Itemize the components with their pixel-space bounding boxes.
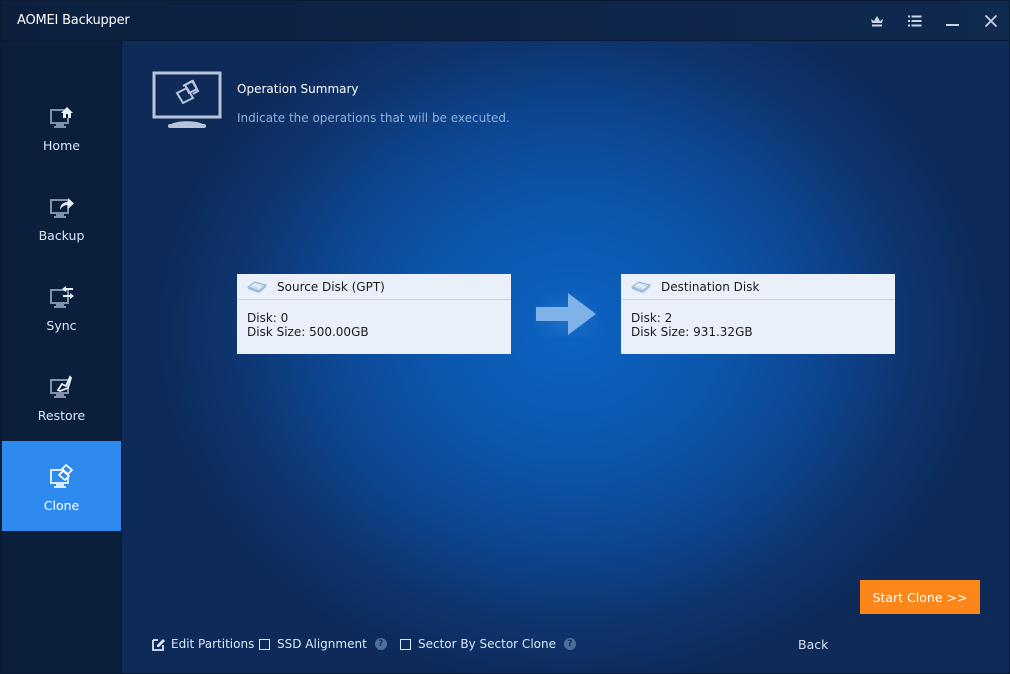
ssd-alignment-checkbox[interactable] xyxy=(259,638,270,650)
back-button[interactable]: Back xyxy=(798,637,828,652)
main-content: Operation Summary Indicate the operation… xyxy=(122,41,1009,673)
source-disk-card: Source Disk (GPT) Disk: 0 Disk Size: 500… xyxy=(237,274,511,354)
start-clone-button[interactable]: Start Clone >> xyxy=(860,580,980,614)
edit-partitions-label: Edit Partitions xyxy=(171,637,255,651)
sidebar-item-sync[interactable]: Sync xyxy=(2,261,121,351)
minimize-icon xyxy=(946,24,959,26)
sector-by-sector-label: Sector By Sector Clone xyxy=(418,637,556,651)
sidebar-item-backup[interactable]: Backup xyxy=(2,171,121,261)
upgrade-button[interactable] xyxy=(867,11,887,31)
sidebar: Home Backup Sync Restore Clone xyxy=(1,41,122,673)
sidebar-item-label: Clone xyxy=(43,497,80,513)
minimize-button[interactable] xyxy=(943,11,963,31)
disk-icon xyxy=(631,280,651,293)
crown-icon xyxy=(871,16,883,27)
ssd-alignment-label: SSD Alignment xyxy=(277,637,367,651)
home-icon xyxy=(49,106,73,128)
app-title: AOMEI Backupper xyxy=(17,13,130,28)
sector-by-sector-checkbox[interactable] xyxy=(400,638,411,650)
options-bar: Edit Partitions SSD Alignment ? Sector B… xyxy=(122,621,1009,661)
list-menu-icon xyxy=(908,15,922,27)
sidebar-item-clone[interactable]: Clone xyxy=(2,441,121,531)
sector-by-sector-help-icon[interactable]: ? xyxy=(563,638,576,650)
sector-by-sector-option[interactable]: Sector By Sector Clone ? xyxy=(400,637,576,651)
sidebar-item-label: Backup xyxy=(38,227,85,243)
source-disk-size: Disk Size: 500.00GB xyxy=(247,325,369,339)
clone-icon xyxy=(49,463,73,488)
close-button[interactable] xyxy=(981,11,1001,31)
destination-disk-title: Destination Disk xyxy=(661,279,760,294)
summary-title: Operation Summary xyxy=(237,82,359,96)
summary-subtitle: Indicate the operations that will be exe… xyxy=(237,111,510,125)
edit-partitions-option[interactable]: Edit Partitions xyxy=(152,637,254,651)
app-window: AOMEI Backupper Home Backup Sync Restore… xyxy=(0,0,1010,674)
destination-disk-header: Destination Disk xyxy=(621,274,895,300)
source-disk-title: Source Disk (GPT) xyxy=(277,279,385,294)
sidebar-item-label: Home xyxy=(43,137,80,153)
ssd-alignment-help-icon[interactable]: ? xyxy=(374,638,387,650)
sidebar-item-label: Restore xyxy=(37,407,86,423)
monitor-clone-icon xyxy=(152,71,222,128)
ssd-alignment-option[interactable]: SSD Alignment ? xyxy=(259,637,387,651)
destination-disk-card: Destination Disk Disk: 2 Disk Size: 931.… xyxy=(621,274,895,354)
edit-checkbox-icon[interactable] xyxy=(152,638,165,651)
sidebar-item-restore[interactable]: Restore xyxy=(2,351,121,441)
sidebar-item-home[interactable]: Home xyxy=(2,81,121,171)
close-icon xyxy=(984,14,998,28)
title-bar: AOMEI Backupper xyxy=(1,1,1009,41)
clone-direction-arrow-icon xyxy=(534,291,598,337)
sidebar-item-label: Sync xyxy=(46,317,77,333)
source-disk-header: Source Disk (GPT) xyxy=(237,274,511,300)
disk-icon xyxy=(247,280,267,293)
destination-disk-size: Disk Size: 931.32GB xyxy=(631,325,753,339)
backup-icon xyxy=(49,197,74,218)
sync-icon xyxy=(49,285,74,308)
restore-icon xyxy=(49,374,72,398)
source-disk-number: Disk: 0 xyxy=(247,311,289,325)
destination-disk-number: Disk: 2 xyxy=(631,311,673,325)
menu-button[interactable] xyxy=(905,11,925,31)
